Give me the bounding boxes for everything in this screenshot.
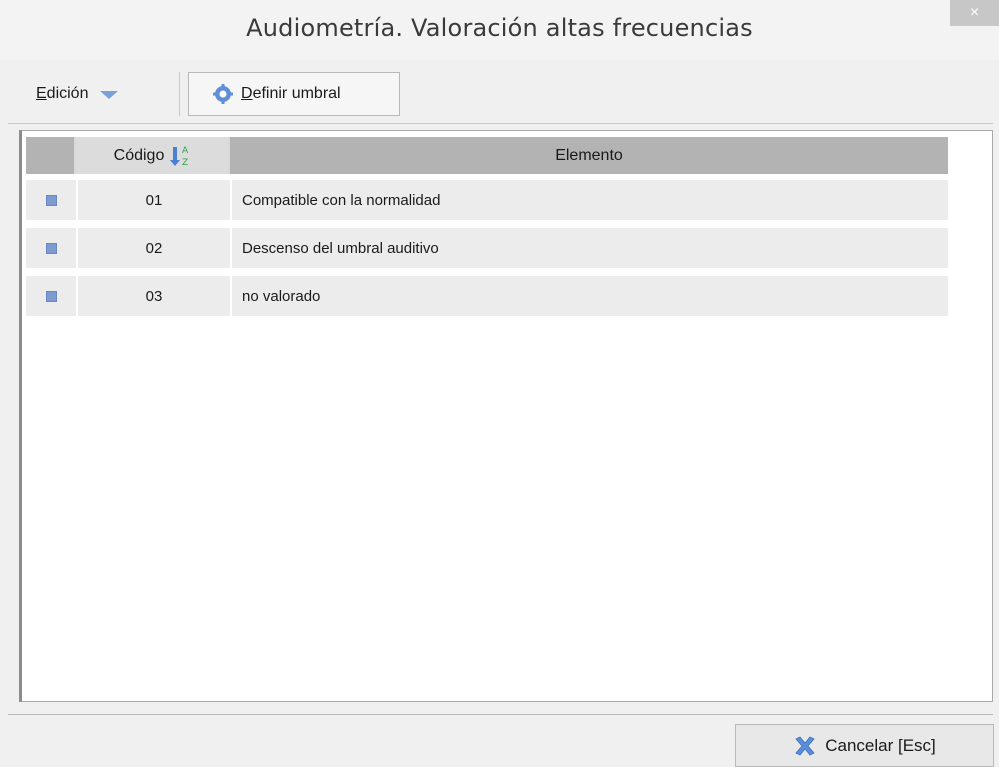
table-row[interactable]: 01 Compatible con la normalidad bbox=[26, 180, 948, 220]
row-marker-cell bbox=[26, 180, 76, 220]
codigo-cell: 02 bbox=[78, 228, 230, 268]
window-title: Audiometría. Valoración altas frecuencia… bbox=[246, 14, 753, 42]
sort-az-icon: A Z bbox=[170, 146, 189, 168]
elemento-cell: no valorado bbox=[232, 276, 948, 316]
footer-separator bbox=[8, 714, 993, 715]
row-marker-cell bbox=[26, 276, 76, 316]
table-row[interactable]: 03 no valorado bbox=[26, 276, 948, 316]
grid-header: Código A Z Elemento bbox=[26, 137, 948, 174]
data-grid: Código A Z Elemento 01 Compatible con la… bbox=[19, 130, 993, 702]
elemento-cell: Descenso del umbral auditivo bbox=[232, 228, 948, 268]
codigo-header-label: Código bbox=[113, 146, 165, 164]
toolbar-separator bbox=[179, 72, 180, 116]
row-marker-icon bbox=[45, 242, 57, 254]
cancel-button[interactable]: Cancelar [Esc] bbox=[735, 724, 994, 767]
table-row[interactable]: 02 Descenso del umbral auditivo bbox=[26, 228, 948, 268]
svg-text:A: A bbox=[182, 146, 189, 156]
cancel-label: Cancelar [Esc] bbox=[825, 735, 936, 755]
gear-icon bbox=[213, 84, 233, 104]
svg-text:Z: Z bbox=[182, 158, 188, 168]
toolbar: Edición Definir umbral bbox=[8, 68, 993, 124]
elemento-header-label: Elemento bbox=[555, 146, 623, 164]
edicion-menu-button[interactable]: Edición bbox=[36, 72, 186, 116]
column-header-elemento[interactable]: Elemento bbox=[230, 137, 948, 174]
edicion-label: Edición bbox=[36, 85, 89, 102]
row-marker-cell bbox=[26, 228, 76, 268]
title-bar: Audiometría. Valoración altas frecuencia… bbox=[0, 0, 999, 60]
row-marker-icon bbox=[45, 290, 57, 302]
elemento-cell: Compatible con la normalidad bbox=[232, 180, 948, 220]
row-marker-icon bbox=[45, 194, 57, 206]
close-button[interactable]: × bbox=[950, 0, 999, 26]
close-icon: × bbox=[969, 4, 980, 21]
definir-umbral-button[interactable]: Definir umbral bbox=[188, 72, 400, 116]
codigo-cell: 01 bbox=[78, 180, 230, 220]
column-header-codigo[interactable]: Código A Z bbox=[76, 137, 230, 174]
header-marker-cell bbox=[26, 137, 76, 174]
cancel-x-icon bbox=[795, 736, 815, 755]
dropdown-triangle-icon bbox=[100, 91, 119, 99]
codigo-cell: 03 bbox=[78, 276, 230, 316]
definir-umbral-label: Definir umbral bbox=[241, 85, 341, 102]
